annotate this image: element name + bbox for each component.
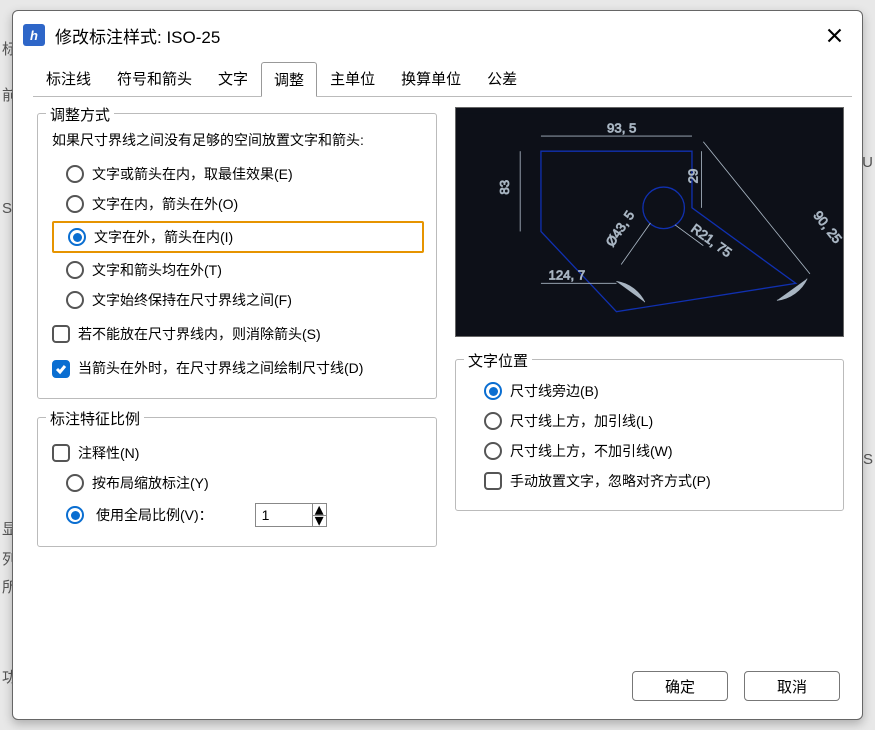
tab-symbols[interactable]: 符号和箭头 — [104, 61, 205, 96]
textpos-option-1[interactable]: 尺寸线上方，加引线(L) — [470, 406, 831, 436]
annotative-check[interactable]: 注释性(N) — [52, 438, 424, 468]
fit-group-title: 调整方式 — [46, 104, 114, 125]
global-scale-label: 使用全局比例(V)： — [96, 505, 213, 525]
fit-option-0-label: 文字或箭头在内，取最佳效果(E) — [92, 164, 293, 184]
tab-primary[interactable]: 主单位 — [317, 61, 388, 96]
textpos-option-0-label: 尺寸线旁边(B) — [510, 381, 599, 401]
fit-option-2-label: 文字在外，箭头在内(I) — [94, 227, 233, 247]
fit-option-4[interactable]: 文字始终保持在尺寸界线之间(F) — [52, 285, 424, 315]
fit-option-3[interactable]: 文字和箭头均在外(T) — [52, 255, 424, 285]
ok-button[interactable]: 确定 — [632, 671, 728, 701]
annotative-label: 注释性(N) — [78, 443, 139, 463]
manual-place-check[interactable]: 手动放置文字，忽略对齐方式(P) — [470, 466, 831, 496]
scale-group: 标注特征比例 注释性(N) 按布局缩放标注(Y) 使用全局比例(V)： ▴▾ — [37, 417, 437, 547]
tab-dimlines[interactable]: 标注线 — [33, 61, 104, 96]
fit-option-4-label: 文字始终保持在尺寸界线之间(F) — [92, 290, 292, 310]
dialog-footer: 确定 取消 — [13, 659, 862, 719]
draw-dimline-label: 当箭头在外时，在尺寸界线之间绘制尺寸线(D) — [78, 358, 363, 379]
fit-group: 调整方式 如果尺寸界线之间没有足够的空间放置文字和箭头: 文字或箭头在内，取最佳… — [37, 113, 437, 399]
textpos-option-2[interactable]: 尺寸线上方，不加引线(W) — [470, 436, 831, 466]
fit-option-0[interactable]: 文字或箭头在内，取最佳效果(E) — [52, 159, 424, 189]
tab-alt[interactable]: 换算单位 — [388, 61, 474, 96]
fit-option-2[interactable]: 文字在外，箭头在内(I) — [52, 221, 424, 253]
cancel-button[interactable]: 取消 — [744, 671, 840, 701]
tab-tol[interactable]: 公差 — [474, 61, 530, 96]
textpos-option-2-label: 尺寸线上方，不加引线(W) — [510, 441, 673, 461]
suppress-arrows-check[interactable]: 若不能放在尺寸界线内，则消除箭头(S) — [52, 319, 424, 349]
fit-option-3-label: 文字和箭头均在外(T) — [92, 260, 222, 280]
svg-text:93, 5: 93, 5 — [607, 120, 636, 135]
spin-down-icon[interactable]: ▾ — [313, 516, 326, 527]
global-scale-radio[interactable]: 使用全局比例(V)： ▴▾ — [52, 498, 424, 532]
textpos-group: 文字位置 尺寸线旁边(B) 尺寸线上方，加引线(L) 尺寸线上方，不加引线(W)… — [455, 359, 844, 511]
preview-pane: 93, 5 83 29 Ø43, 5 R21, 75 90, 25 124, 7 — [455, 107, 844, 337]
scale-group-title: 标注特征比例 — [46, 408, 144, 429]
textpos-group-title: 文字位置 — [464, 350, 532, 371]
dim-style-dialog: h 修改标注样式: ISO-25 标注线 符号和箭头 文字 调整 主单位 换算单… — [12, 10, 863, 720]
close-button[interactable] — [816, 21, 852, 49]
fit-option-1[interactable]: 文字在内，箭头在外(O) — [52, 189, 424, 219]
tab-fit[interactable]: 调整 — [261, 62, 317, 97]
global-scale-input[interactable]: ▴▾ — [255, 503, 327, 527]
svg-text:29: 29 — [686, 169, 701, 184]
titlebar: h 修改标注样式: ISO-25 — [13, 11, 862, 53]
draw-dimline-check[interactable]: 当箭头在外时，在尺寸界线之间绘制尺寸线(D) — [52, 353, 424, 384]
layout-scale-radio[interactable]: 按布局缩放标注(Y) — [52, 468, 424, 498]
window-title: 修改标注样式: ISO-25 — [55, 23, 220, 48]
global-scale-field[interactable] — [256, 504, 312, 526]
fit-option-1-label: 文字在内，箭头在外(O) — [92, 194, 238, 214]
svg-text:83: 83 — [497, 180, 512, 195]
tab-text[interactable]: 文字 — [205, 61, 261, 96]
close-icon — [827, 28, 842, 43]
manual-place-label: 手动放置文字，忽略对齐方式(P) — [510, 471, 711, 491]
suppress-arrows-label: 若不能放在尺寸界线内，则消除箭头(S) — [78, 324, 321, 344]
app-icon: h — [23, 24, 45, 46]
textpos-option-0[interactable]: 尺寸线旁边(B) — [470, 376, 831, 406]
textpos-option-1-label: 尺寸线上方，加引线(L) — [510, 411, 653, 431]
tab-bar: 标注线 符号和箭头 文字 调整 主单位 换算单位 公差 — [33, 61, 852, 96]
layout-scale-label: 按布局缩放标注(Y) — [92, 473, 209, 493]
svg-text:124, 7: 124, 7 — [549, 268, 586, 283]
fit-desc: 如果尺寸界线之间没有足够的空间放置文字和箭头: — [52, 130, 424, 151]
